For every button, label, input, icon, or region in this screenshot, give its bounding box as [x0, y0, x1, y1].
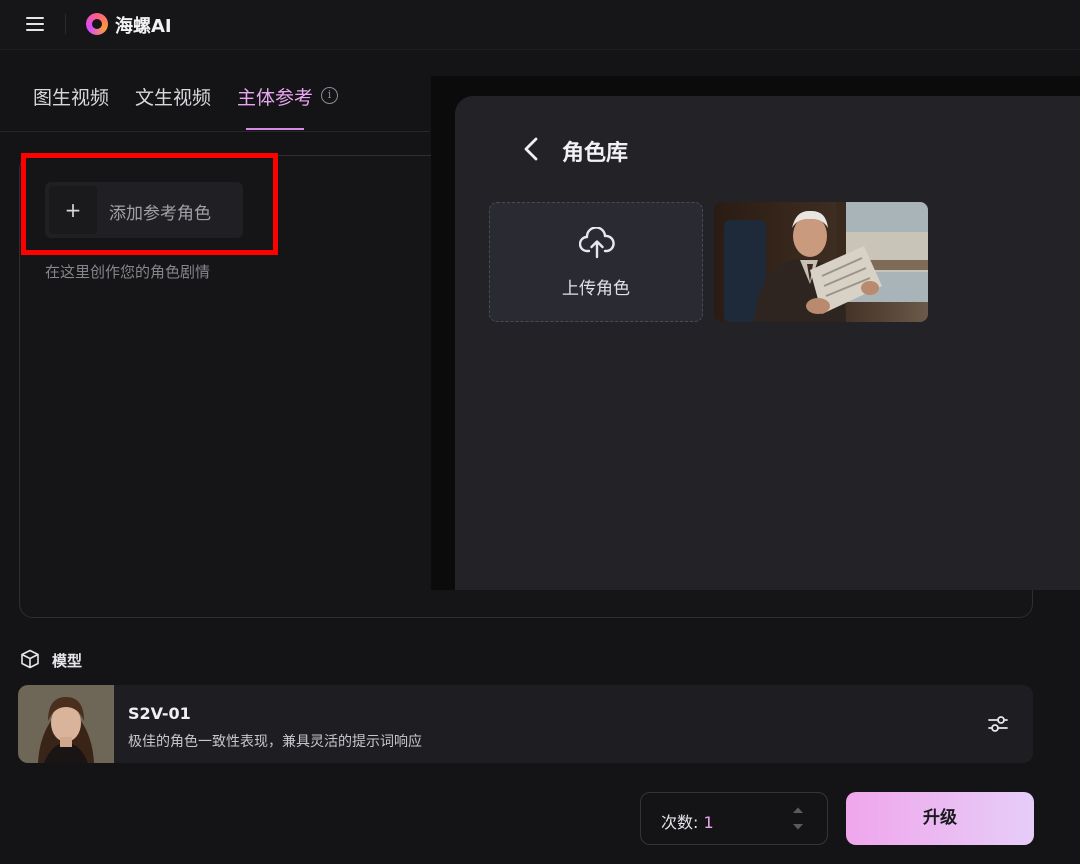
highlight-annotation-box: [21, 153, 278, 255]
generation-count-field[interactable]: 次数: 1: [640, 792, 828, 845]
brand-name[interactable]: 海螺AI: [115, 12, 172, 38]
count-value: 1: [704, 813, 714, 832]
upgrade-button[interactable]: 升级: [846, 792, 1034, 845]
stepper-down-icon[interactable]: [792, 823, 804, 831]
stepper-up-icon[interactable]: [792, 806, 804, 814]
role-photo-elderly-man: [714, 202, 928, 322]
sliders-icon[interactable]: [986, 712, 1010, 736]
mode-tabs: 图生视频 文生视频 主体参考 i: [0, 50, 430, 132]
tab-image-to-video[interactable]: 图生视频: [33, 83, 109, 110]
model-avatar: [18, 685, 114, 763]
count-label-text: 次数:: [661, 813, 698, 832]
tab-text-to-video[interactable]: 文生视频: [135, 83, 211, 110]
back-chevron-icon[interactable]: [519, 136, 543, 162]
hailuo-logo-icon: [86, 13, 108, 35]
active-tab-indicator: [246, 128, 304, 130]
count-label: 次数: 1: [661, 809, 714, 833]
tab-subject-reference[interactable]: 主体参考: [237, 83, 313, 110]
info-icon[interactable]: i: [321, 87, 338, 104]
cube-icon: [20, 649, 40, 669]
upload-role-card[interactable]: 上传角色: [489, 202, 703, 322]
model-name: S2V-01: [128, 704, 191, 723]
hamburger-menu-icon[interactable]: [24, 14, 48, 34]
prompt-placeholder[interactable]: 在这里创作您的角色剧情: [45, 261, 210, 282]
character-library-panel: [455, 96, 1080, 590]
top-bar: 海螺AI: [0, 0, 1080, 50]
model-description: 极佳的角色一致性表现，兼具灵活的提示词响应: [128, 731, 422, 751]
divider: [65, 14, 66, 34]
model-selector-card[interactable]: S2V-01 极佳的角色一致性表现，兼具灵活的提示词响应: [18, 685, 1033, 763]
model-section-title: 模型: [52, 650, 82, 671]
library-title: 角色库: [562, 135, 628, 167]
cloud-upload-icon: [579, 227, 615, 259]
upload-role-label: 上传角色: [490, 274, 702, 299]
role-photo-card[interactable]: [714, 202, 928, 322]
app-page: 海螺AI 图生视频 文生视频 主体参考 i + 添加参考角色 在这里创作您的角色…: [0, 0, 1080, 864]
